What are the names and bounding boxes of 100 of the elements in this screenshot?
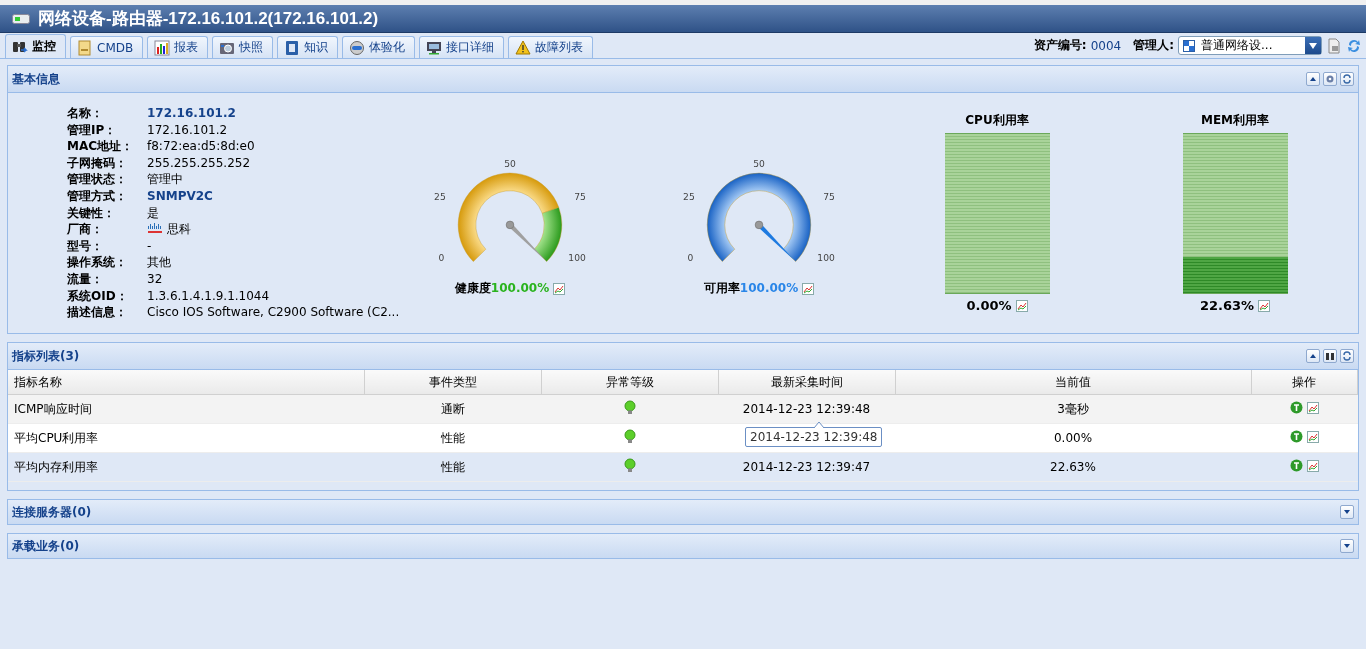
table-cell: 3毫秒 [1057,401,1089,416]
table-cell: 平均内存利用率 [14,459,98,474]
bar-value: 22.63% [1199,298,1255,313]
chart-icon[interactable] [802,282,815,295]
field-label: 系统OID： [67,287,129,305]
panel-header[interactable]: 承载业务(0) [8,534,1358,558]
panel-title: 承载业务(0) [12,537,80,555]
manager-dropdown[interactable]: 普通网络设... [1178,36,1322,55]
tab[interactable]: 知识 [277,36,339,58]
bar-title: MEM利用率 [1200,112,1270,127]
gauge-tick-label: 100 [568,253,586,264]
tooltip-pointer [813,422,824,428]
tab[interactable]: 监控 [5,34,66,58]
window-icon [1183,39,1195,52]
panel-header[interactable]: 指标列表(3) [8,343,1358,370]
gauge-label: 可用率100.00% [703,280,799,297]
table-row[interactable]: ICMP响应时间 通断 2014-12-23 12:39:48 3毫秒 [8,394,1358,424]
chart-icon[interactable] [1306,459,1319,472]
monitor-icon[interactable] [426,39,443,56]
field-label: MAC地址： [67,138,135,155]
caret-icon[interactable] [1309,42,1317,49]
window-title: 网络设备-路由器-172.16.101.2(172.16.101.2) [38,8,379,30]
panel-title: 连接服务器(0) [12,503,92,521]
bar-value: 0.00% [966,298,1012,313]
tab[interactable]: 接口详细 [419,36,505,58]
column-header[interactable]: 事件类型 [364,370,541,395]
table-cell: 性能 [440,430,465,445]
gauge-tick-label: 75 [574,191,586,202]
table-row[interactable]: 平均内存利用率 性能 2014-12-23 12:39:47 22.63% [8,452,1358,482]
table-cell: ICMP响应时间 [14,401,92,416]
gauge-tick-label: 50 [753,159,765,169]
panel-title: 指标列表(3) [12,347,80,365]
tab[interactable]: CMDB [70,36,144,58]
field-value: SNMPV2C [147,187,214,205]
field-label: 描述信息： [67,304,128,321]
gauge-tick-label: 25 [683,191,695,202]
tab[interactable]: 报表 [147,36,209,58]
chart-icon[interactable] [1258,299,1271,312]
column-header[interactable]: 异常等级 [541,370,718,395]
asset-number: 0004 [1090,38,1122,53]
column-header[interactable]: 最新采集时间 [718,370,895,395]
field-label: 操作系统： [67,254,128,271]
circle-action-icon[interactable] [1289,459,1303,472]
gauge-tick-label: 25 [434,191,446,202]
table-cell: 平均CPU利用率 [14,430,99,445]
gauge-tick-label: 75 [823,191,835,202]
column-header[interactable]: 操作 [1251,370,1358,395]
field-label: 流量： [67,270,104,288]
asset-label: 资产编号: [1033,37,1087,54]
table-cell: 22.63% [1050,460,1096,474]
field-label: 型号： [67,237,104,255]
field-value: f8:72:ea:d5:8d:e0 [147,138,256,155]
vendor-logo-icon [147,223,165,236]
table-cell: 通断 [440,401,465,416]
table-cell: 2014-12-23 12:39:47 [742,460,871,474]
field-value: 32 [147,270,164,288]
table-cell: 2014-12-23 12:39:48 [742,402,871,416]
gauge-tick-label: 100 [817,253,835,264]
bar-chart-icon[interactable] [154,39,171,56]
field-label: 管理方式： [67,187,128,205]
table-row[interactable]: 平均CPU利用率 性能 2014-12-23 12:39:48 0.00% [8,423,1358,453]
field-value: 255.255.255.252 [147,154,252,172]
field-label: 管理IP： [67,121,118,139]
tab[interactable]: 快照 [212,36,274,58]
chart-icon[interactable] [1306,401,1319,414]
field-label: 管理状态： [67,171,128,188]
column-header[interactable]: 当前值 [895,370,1251,395]
warning-icon[interactable] [515,39,532,56]
manager-label: 管理人: [1133,37,1174,54]
field-value: 172.16.101.2 [147,121,229,139]
panel-title: 基本信息 [12,70,60,88]
field-value: 其他 [147,254,172,271]
panel-header[interactable]: 基本信息 [8,66,1358,93]
bar-title: CPU利用率 [965,112,1029,127]
field-label: 子网掩码： [67,154,128,172]
lightbulb-icon [623,458,636,473]
gauge-tick-label: 0 [438,253,445,264]
field-label: 关键性： [67,204,116,222]
field-value: 思科 [167,221,191,238]
refresh-icon[interactable] [1346,37,1362,54]
tab[interactable]: 故障列表 [508,36,594,58]
circle-action-icon[interactable] [1289,401,1303,414]
chart-icon[interactable] [553,282,566,295]
chart-icon[interactable] [1015,299,1028,312]
circle-action-icon[interactable] [1289,430,1303,443]
document-icon[interactable] [77,39,93,56]
tab[interactable]: 体验化 [342,36,416,58]
table-cell: 性能 [440,459,465,474]
chart-icon[interactable] [1306,430,1319,443]
lightbulb-icon [623,429,636,444]
gauge-tick-label: 50 [504,159,516,169]
field-value: 管理中 [147,171,184,188]
field-label: 厂商： [67,221,104,238]
panel-header[interactable]: 连接服务器(0) [8,500,1358,524]
column-header[interactable]: 指标名称 [8,370,364,395]
table-cell: 0.00% [1053,431,1093,445]
field-value: 172.16.101.2 [147,105,237,122]
field-label: 名称： [67,105,104,122]
field-value: Cisco IOS Software, C2900 Software (C2... [147,304,400,321]
field-value: 是 [147,204,160,222]
